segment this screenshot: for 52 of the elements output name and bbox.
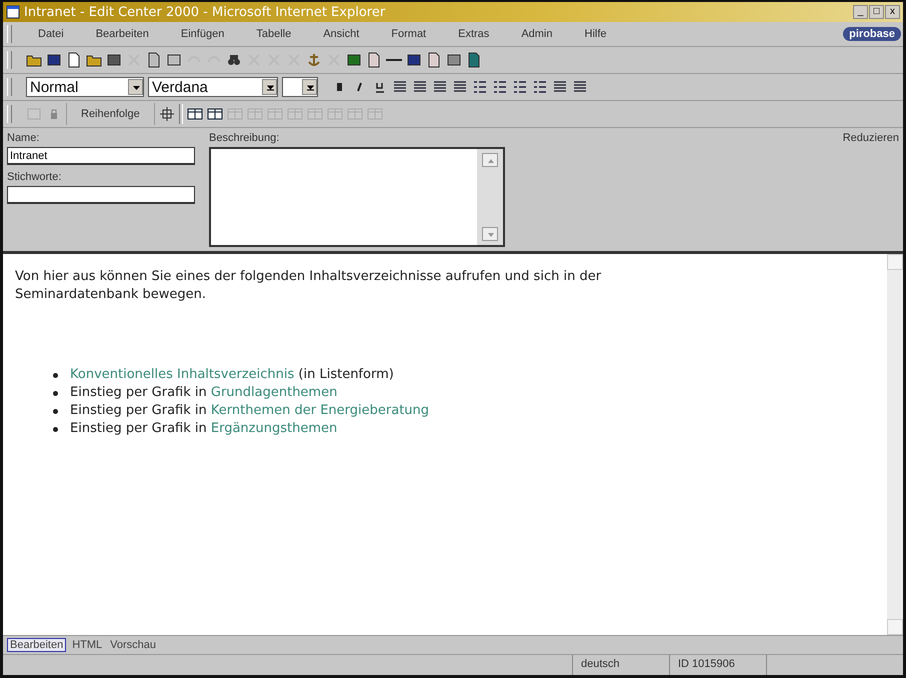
logo: pirobase: [843, 27, 901, 41]
menu-item[interactable]: Extras: [442, 28, 506, 40]
view-tab[interactable]: HTML: [70, 639, 104, 651]
bullet-icon: [53, 426, 58, 432]
menu-item[interactable]: Datei: [22, 28, 80, 40]
browser-icon: [6, 5, 20, 19]
collapse-link[interactable]: Reduzieren: [842, 132, 899, 251]
name-field[interactable]: Intranet: [7, 147, 195, 165]
align-left-icon[interactable]: [392, 79, 408, 95]
description-label: Beschreibung:: [209, 132, 280, 144]
link[interactable]: Kernthemen der Energieberatung: [210, 403, 430, 418]
keywords-label: Stichworte:: [7, 171, 62, 183]
binoculars-icon[interactable]: [226, 52, 242, 68]
list-item: Einstieg per Grafik in Kernthemen der Energieberatung: [70, 402, 430, 420]
name-label: Name:: [7, 132, 40, 144]
window-control-button[interactable]: □: [869, 5, 884, 19]
bullet-icon: [53, 408, 58, 414]
intro-paragraph: Von hier aus können Sie eines der folgenden Inhaltsverzeichnisse aufrufen und sich in der Seminardatenbank bewegen.: [15, 268, 602, 304]
window-control-button[interactable]: _: [853, 5, 868, 19]
menu-item[interactable]: Format: [375, 28, 442, 40]
size-dropdown[interactable]: [282, 77, 318, 97]
menu-item[interactable]: Tabelle: [240, 28, 308, 40]
window-control-button[interactable]: x: [885, 5, 900, 19]
id-status: ID 1015906: [669, 655, 766, 675]
menu-item[interactable]: Bearbeiten: [80, 28, 165, 40]
menu-item[interactable]: Admin: [505, 28, 568, 40]
position-icon[interactable]: [158, 106, 175, 122]
table-icon[interactable]: [186, 106, 203, 122]
bullet-icon: [53, 390, 58, 396]
view-tab[interactable]: Bearbeiten: [7, 638, 66, 652]
order-button[interactable]: Reihenfolge: [66, 103, 155, 125]
menu-item[interactable]: Einfügen: [164, 28, 240, 40]
list-item: Einstieg per Grafik in Ergänzungsthemen: [70, 420, 338, 438]
link[interactable]: Ergänzungsthemen: [210, 421, 338, 436]
list-item: Einstieg per Grafik in Grundlagenthemen: [70, 384, 338, 402]
view-tab[interactable]: Vorschau: [108, 639, 158, 651]
table-icon[interactable]: [206, 106, 223, 122]
link[interactable]: Konventionelles Inhaltsverzeichnis: [70, 367, 294, 382]
window-title: Intranet - Edit Center 2000 - Microsoft Internet Explorer: [24, 4, 386, 20]
menu-item[interactable]: Ansicht: [307, 28, 376, 40]
style-dropdown[interactable]: Normal: [26, 77, 144, 97]
bullet-icon: [53, 372, 58, 378]
menu-item[interactable]: Hilfe: [568, 28, 623, 40]
anchor-icon[interactable]: [306, 52, 322, 68]
scrollbar[interactable]: [887, 254, 903, 635]
language-status: deutsch: [572, 655, 669, 675]
keywords-field[interactable]: [7, 186, 195, 204]
bullet-list-icon[interactable]: [492, 79, 508, 95]
link[interactable]: Grundlagenthemen: [210, 385, 338, 400]
description-field[interactable]: [209, 147, 505, 247]
list-item: Konventionelles Inhaltsverzeichnis (in Listenform): [70, 366, 394, 384]
font-dropdown[interactable]: Verdana: [148, 77, 278, 97]
